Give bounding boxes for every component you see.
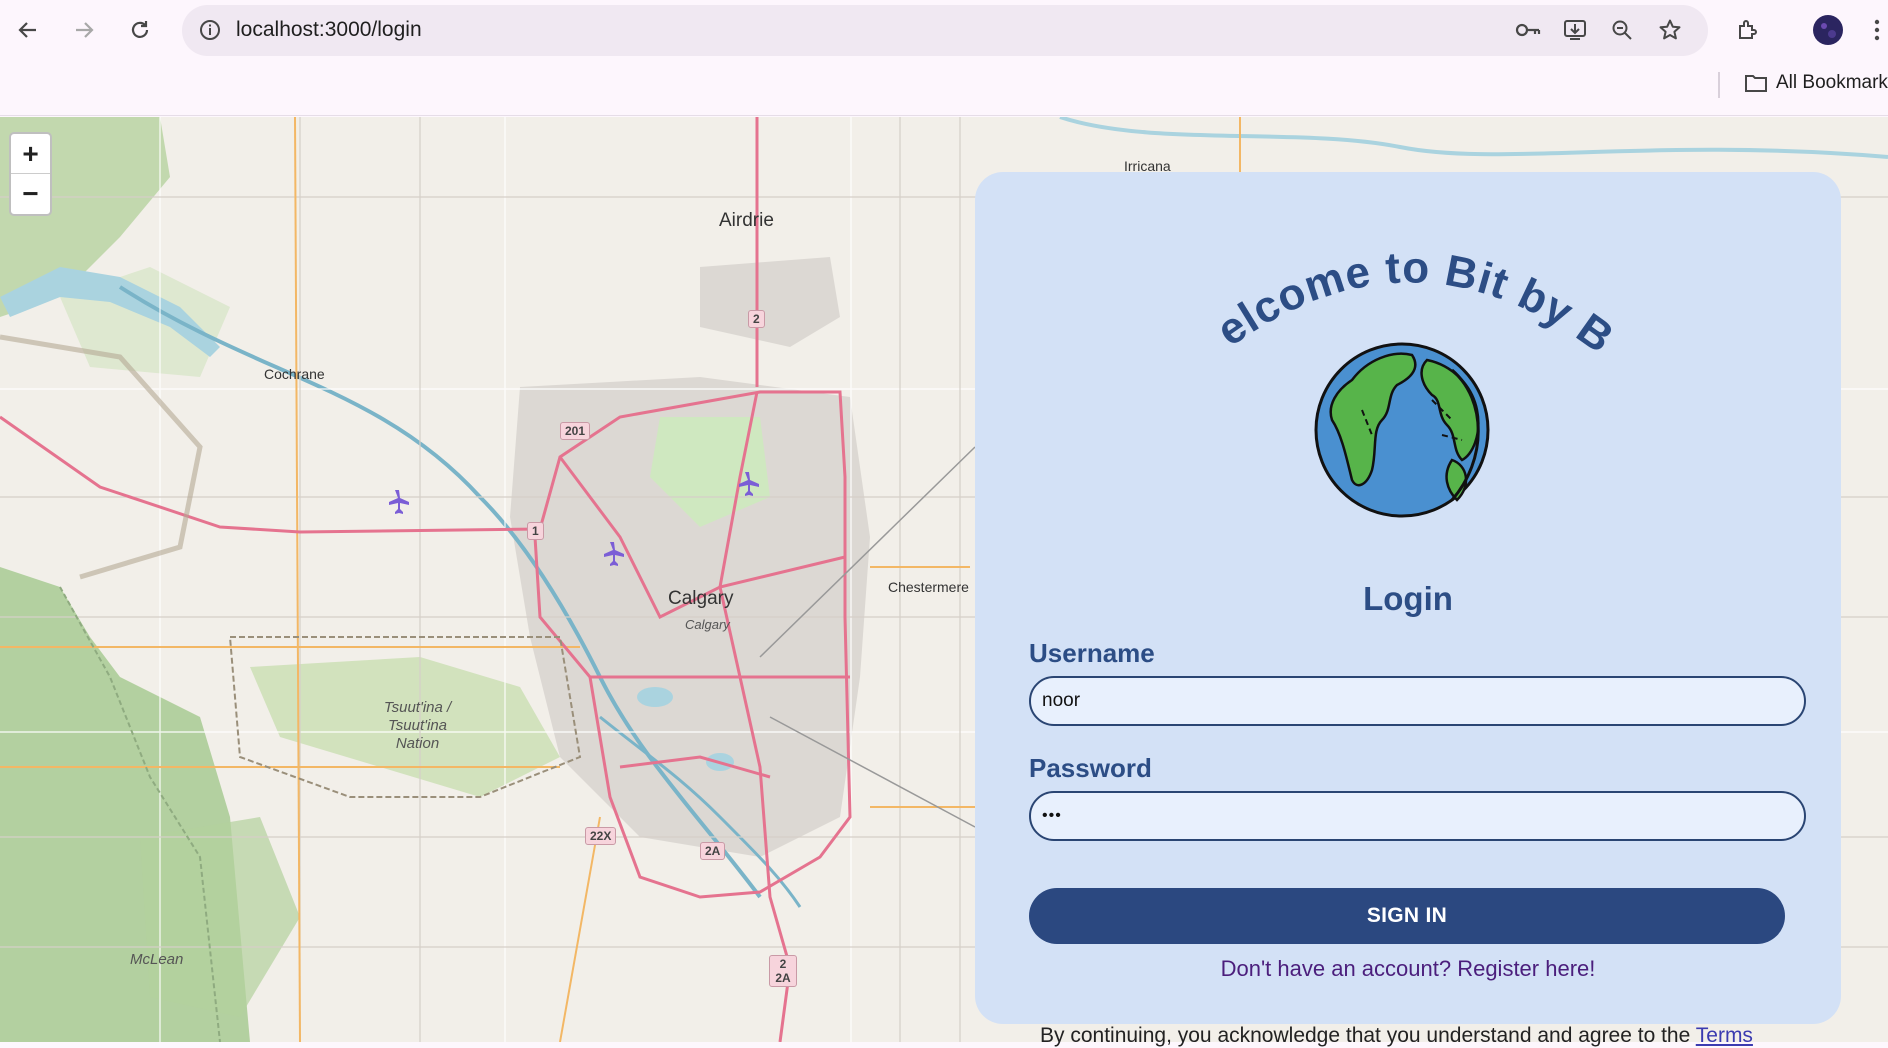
route-shield-2-2a: 2 2A — [769, 955, 797, 987]
route-shield-22x: 22X — [585, 827, 617, 845]
route-shield-201: 201 — [560, 422, 591, 440]
route-shield-1: 1 — [527, 522, 544, 540]
map-label-calgary: Calgary — [668, 588, 734, 609]
map-label-cochrane: Cochrane — [264, 366, 325, 382]
bookmarks-divider — [1718, 72, 1720, 98]
address-bar[interactable]: localhost:3000/login — [182, 5, 1708, 56]
register-link[interactable]: Don't have an account? Register here! — [975, 956, 1841, 982]
terms-text: By continuing, you acknowledge that you … — [1040, 1024, 1691, 1047]
login-title: Login — [1363, 580, 1453, 617]
map-label-airdrie: Airdrie — [719, 210, 774, 231]
zoom-icon[interactable] — [1607, 15, 1637, 45]
globe-icon — [1314, 342, 1490, 518]
folder-icon — [1745, 75, 1767, 92]
bookmark-star-icon[interactable] — [1655, 15, 1685, 45]
profile-avatar[interactable] — [1810, 12, 1846, 48]
reload-icon[interactable] — [122, 12, 158, 48]
back-icon[interactable] — [10, 12, 46, 48]
all-bookmarks-label[interactable]: All Bookmarks — [1776, 72, 1888, 94]
install-app-icon[interactable] — [1560, 15, 1590, 45]
menu-icon[interactable] — [1866, 12, 1888, 48]
password-label: Password — [1029, 753, 1152, 783]
extensions-icon[interactable] — [1730, 12, 1766, 48]
map-label-chestermere: Chestermere — [888, 579, 969, 595]
forward-icon[interactable] — [66, 12, 102, 48]
password-input[interactable]: ••• — [1029, 791, 1806, 841]
password-key-icon[interactable] — [1513, 15, 1543, 45]
username-label: Username — [1029, 638, 1155, 668]
sign-in-button[interactable]: SIGN IN — [1029, 888, 1785, 944]
all-bookmarks-button[interactable]: All Bookmarks — [1744, 72, 1888, 94]
username-input[interactable]: noor — [1029, 676, 1806, 726]
terms-notice: By continuing, you acknowledge that you … — [1040, 1024, 1753, 1048]
route-shield-2a: 2A — [700, 842, 726, 860]
map-zoom-control: + − — [9, 132, 52, 216]
map-label-calgary-sub: Calgary — [685, 617, 730, 632]
url-text[interactable]: localhost:3000/login — [236, 18, 422, 42]
terms-link[interactable]: Terms — [1696, 1024, 1753, 1047]
map-label-mclean: McLean — [130, 951, 184, 968]
site-info-icon[interactable] — [195, 15, 225, 45]
map-label-tsuutina: Tsuut'ina / Tsuut'ina Nation — [383, 699, 452, 752]
route-shield-2: 2 — [748, 310, 765, 328]
zoom-in-button[interactable]: + — [11, 134, 50, 174]
browser-toolbar: localhost:3000/login All Bookmarks — [0, 0, 1888, 116]
zoom-out-button[interactable]: − — [11, 174, 50, 214]
